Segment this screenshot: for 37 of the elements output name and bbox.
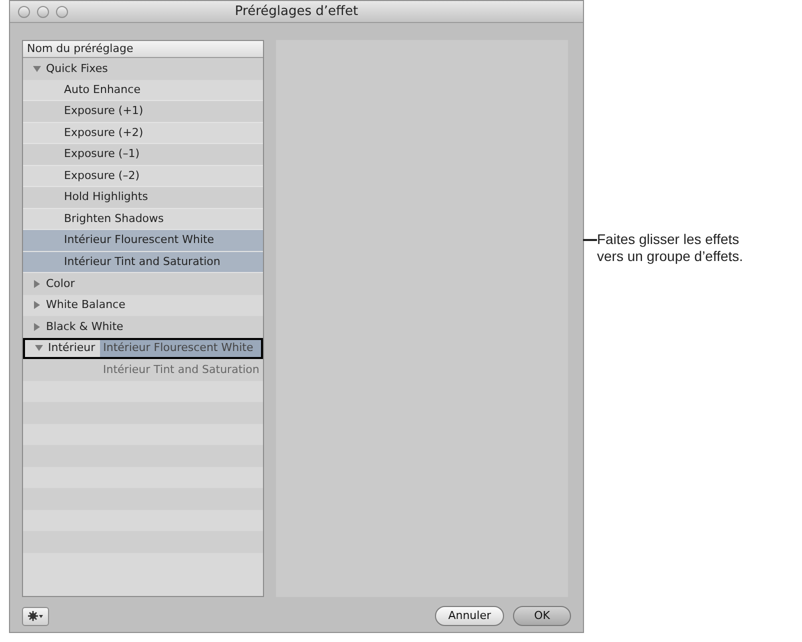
column-header[interactable]: Nom du préréglage	[23, 41, 263, 58]
preset-row[interactable]: Exposure (–2)	[23, 166, 263, 187]
action-menu-button[interactable]	[22, 606, 49, 626]
group-row[interactable]: Color	[23, 273, 263, 294]
window-button-icon[interactable]	[56, 6, 68, 18]
dragged-preset-ghost: Intérieur Tint and Saturation	[103, 362, 260, 378]
window-button-icon[interactable]	[18, 6, 30, 18]
group-label[interactable]: Color	[46, 276, 75, 292]
collapsed-triangle-icon[interactable]	[33, 322, 41, 331]
ok-button[interactable]: OK	[513, 606, 571, 626]
window-button-icon[interactable]	[37, 6, 49, 18]
gear-icon	[28, 611, 38, 621]
caret-icon	[39, 614, 43, 618]
cancel-button[interactable]: Annuler	[435, 606, 504, 626]
collapsed-triangle-icon[interactable]	[33, 301, 41, 310]
preset-row[interactable]: Exposure (–1)	[23, 144, 263, 166]
preset-row[interactable]: Exposure (+1)	[23, 101, 263, 122]
drop-target-row[interactable]: Intérieur Intérieur Flourescent White	[23, 338, 263, 359]
group-label[interactable]: Intérieur	[48, 340, 96, 356]
group-label[interactable]: White Balance	[46, 297, 126, 314]
preset-row[interactable]: Brighten Shadows	[23, 208, 263, 230]
preset-row[interactable]: Exposure (+2)	[23, 122, 263, 144]
expanded-triangle-icon[interactable]	[35, 344, 43, 352]
group-label[interactable]: Black & White	[46, 318, 124, 335]
callout-text: Faites glisser les effets vers un groupe d’effets.	[597, 231, 744, 265]
collapsed-triangle-icon[interactable]	[33, 280, 41, 288]
group-label[interactable]: Quick Fixes	[46, 60, 108, 77]
group-row[interactable]: Quick Fixes	[23, 58, 263, 80]
preset-row[interactable]: Intérieur Flourescent White	[23, 230, 263, 252]
group-row[interactable]: Black & White	[23, 316, 263, 338]
dragged-preset-ghost: Intérieur Flourescent White	[100, 340, 261, 357]
leader-line	[583, 239, 597, 241]
preset-row[interactable]: Hold Highlights	[23, 187, 263, 208]
expanded-triangle-icon[interactable]	[33, 64, 41, 73]
window-title: Préréglages d’effet	[234, 2, 358, 21]
preset-row[interactable]: Intérieur Tint and Saturation	[23, 252, 263, 273]
preset-row[interactable]: Auto Enhance	[23, 80, 263, 101]
